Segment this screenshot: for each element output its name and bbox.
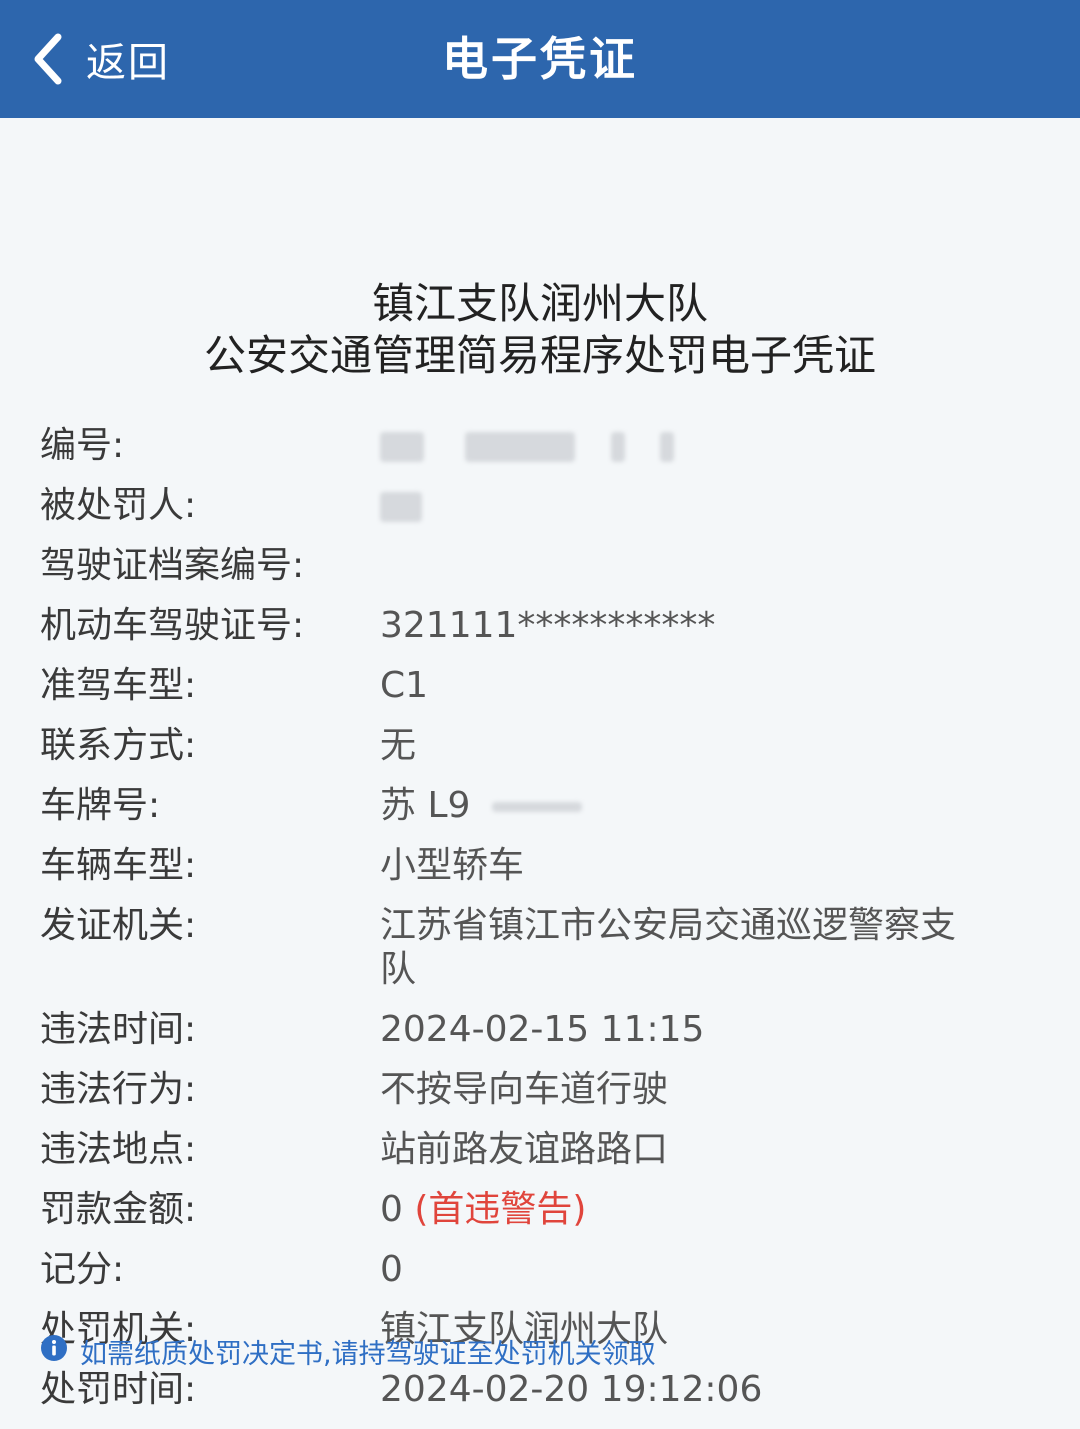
field-label: 罚款金额: [40, 1189, 197, 1230]
paper-decision-notice: 如需纸质处罚决定书,请持驾驶证至处罚机关领取 [40, 1332, 656, 1371]
field-row-fine-amount: 罚款金额: 0 (首违警告) [0, 1180, 1080, 1240]
field-label: 违法行为: [40, 1069, 197, 1110]
fine-amount: 0 [380, 1189, 403, 1230]
field-row-violation-time: 违法时间: 2024-02-15 11:15 [0, 1000, 1080, 1060]
field-value: 2024-02-15 11:15 [380, 1009, 705, 1050]
document-title-line1: 镇江支队润州大队 [371, 279, 708, 328]
field-value: C1 [380, 665, 429, 706]
field-row-person: 被处罚人: [0, 476, 1080, 536]
field-row-number: 编号: [0, 416, 1080, 476]
notice-text: 如需纸质处罚决定书,请持驾驶证至处罚机关领取 [80, 1339, 656, 1370]
field-value: 321111*********** [380, 605, 716, 646]
field-label: 编号: [40, 425, 125, 466]
info-icon [40, 1334, 80, 1369]
field-value: 站前路友谊路路口 [380, 1129, 669, 1170]
field-label: 驾驶证档案编号: [40, 545, 305, 586]
field-row-issuing-authority: 发证机关: 江苏省镇江市公安局交通巡逻警察支队 [0, 896, 1080, 1000]
field-row-contact: 联系方式: 无 [0, 716, 1080, 776]
field-value: 江苏省镇江市公安局交通巡逻警察支队 [380, 905, 957, 990]
first-offense-warning: (首违警告) [414, 1189, 587, 1230]
field-label: 发证机关: [40, 905, 197, 946]
field-row-vehicle-class: 准驾车型: C1 [0, 656, 1080, 716]
field-row-violation-act: 违法行为: 不按导向车道行驶 [0, 1060, 1080, 1120]
plate-visible: 苏 L9 [380, 785, 471, 826]
field-label: 机动车驾驶证号: [40, 605, 305, 646]
field-label: 准驾车型: [40, 665, 197, 706]
field-value-redacted [380, 416, 1000, 476]
field-value: 不按导向车道行驶 [380, 1069, 669, 1110]
field-value: 0 [380, 1249, 403, 1290]
field-label: 违法地点: [40, 1129, 197, 1170]
field-label: 车牌号: [40, 785, 161, 826]
field-list: 编号: 被处罚人: 驾驶证档案编号: 机动车驾驶证号: 321111******… [0, 416, 1080, 1420]
field-value-redacted [380, 476, 1000, 536]
field-value-plate: 苏 L9 [380, 776, 1000, 836]
field-row-license-no: 机动车驾驶证号: 321111*********** [0, 596, 1080, 656]
field-value: 小型轿车 [380, 845, 525, 886]
document-title-line2: 公安交通管理简易程序处罚电子凭证 [203, 331, 876, 380]
page-title: 电子凭证 [442, 32, 638, 86]
field-row-points: 记分: 0 [0, 1240, 1080, 1300]
field-label: 联系方式: [40, 725, 197, 766]
field-label: 违法时间: [40, 1009, 197, 1050]
field-value: 无 [380, 725, 417, 766]
field-label: 记分: [40, 1249, 125, 1290]
field-label: 车辆车型: [40, 845, 197, 886]
field-value [380, 536, 1000, 552]
document-header: 镇江支队润州大队 公安交通管理简易程序处罚电子凭证 [0, 118, 1080, 382]
field-row-vehicle-type: 车辆车型: 小型轿车 [0, 836, 1080, 896]
field-row-violation-place: 违法地点: 站前路友谊路路口 [0, 1120, 1080, 1180]
field-row-license-file-no: 驾驶证档案编号: [0, 536, 1080, 596]
field-value-fine: 0 (首违警告) [380, 1180, 1000, 1240]
field-label: 被处罚人: [40, 485, 197, 526]
nav-bar: 返回 电子凭证 [0, 0, 1080, 118]
field-row-plate: 车牌号: 苏 L9 [0, 776, 1080, 836]
